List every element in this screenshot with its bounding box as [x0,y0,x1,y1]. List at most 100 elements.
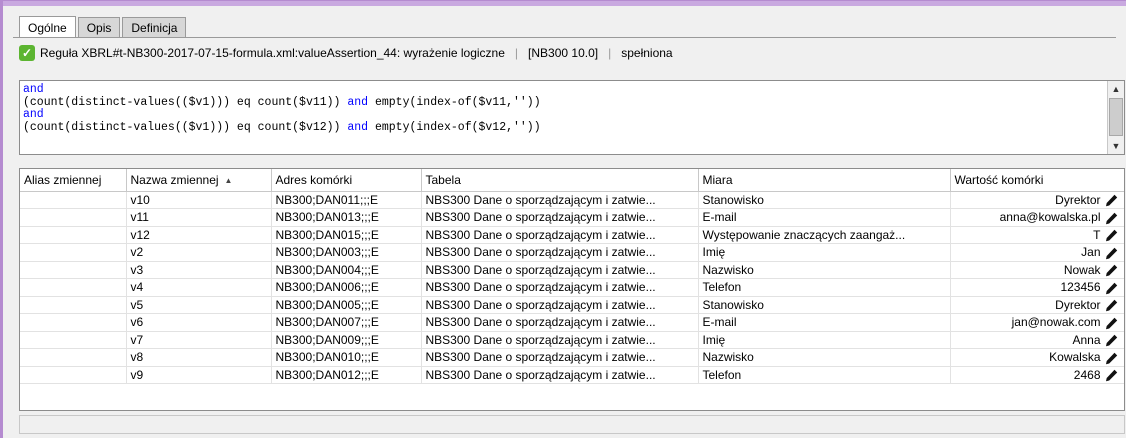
cell-value[interactable]: Dyrektor [950,191,1124,209]
pencil-icon[interactable] [1105,229,1118,242]
column-header-alias[interactable]: Alias zmiennej [20,169,127,192]
cell-alias[interactable] [20,191,127,209]
cell-alias[interactable] [20,208,127,227]
cell-table[interactable]: NBS300 Dane o sporządzającym i zatwie... [421,278,699,297]
column-header-table[interactable]: Tabela [421,169,699,192]
cell-name[interactable]: v3 [126,261,272,279]
cell-alias[interactable] [20,278,127,297]
cell-alias[interactable] [20,366,127,384]
cell-address[interactable]: NB300;DAN006;;;E [271,278,422,297]
cell-table[interactable]: NBS300 Dane o sporządzającym i zatwie... [421,313,699,332]
cell-value[interactable]: Dyrektor [950,296,1124,314]
cell-value[interactable]: 123456 [950,278,1124,297]
cell-table[interactable]: NBS300 Dane o sporządzającym i zatwie... [421,226,699,244]
column-header-measure[interactable]: Miara [698,169,951,192]
cell-value[interactable]: anna@kowalska.pl [950,208,1124,227]
cell-address[interactable]: NB300;DAN010;;;E [271,348,422,367]
cell-address[interactable]: NB300;DAN015;;;E [271,226,422,244]
pencil-icon[interactable] [1105,247,1118,260]
cell-name[interactable]: v10 [126,191,272,209]
scroll-thumb[interactable] [1109,98,1123,136]
column-header-address[interactable]: Adres komórki [271,169,422,192]
cell-address[interactable]: NB300;DAN012;;;E [271,366,422,384]
cell-value[interactable]: 2468 [950,366,1124,384]
pencil-icon[interactable] [1105,299,1118,312]
pencil-icon[interactable] [1105,282,1118,295]
cell-alias[interactable] [20,261,127,279]
cell-table[interactable]: NBS300 Dane o sporządzającym i zatwie... [421,243,699,262]
cell-address[interactable]: NB300;DAN009;;;E [271,331,422,349]
cell-table[interactable]: NBS300 Dane o sporządzającym i zatwie... [421,331,699,349]
pencil-icon[interactable] [1105,317,1118,330]
cell-table[interactable]: NBS300 Dane o sporządzającym i zatwie... [421,366,699,384]
cell-name[interactable]: v9 [126,366,272,384]
expression-editor[interactable]: and (count(distinct-values(($v1))) eq co… [19,80,1125,155]
table-row[interactable]: v2 NB300;DAN003;;;E NBS300 Dane o sporządz… [20,243,1124,262]
tab-ogolne[interactable]: Ogólne [19,16,76,38]
table-row[interactable]: v6 NB300;DAN007;;;E NBS300 Dane o sporządz… [20,313,1124,332]
pencil-icon[interactable] [1105,334,1118,347]
cell-measure[interactable]: Imię [698,243,951,262]
expression-scrollbar[interactable]: ▲ ▼ [1107,81,1124,154]
tab-definicja[interactable]: Definicja [122,17,187,37]
cell-alias[interactable] [20,348,127,367]
pencil-icon[interactable] [1105,369,1118,382]
column-header-name[interactable]: Nazwa zmiennej ▲ [126,169,272,192]
cell-name[interactable]: v4 [126,278,272,297]
table-row[interactable]: v10 NB300;DAN011;;;E NBS300 Dane o sporząd… [20,191,1124,209]
pencil-icon[interactable] [1105,194,1118,207]
scroll-down-icon[interactable]: ▼ [1108,138,1124,154]
cell-address[interactable]: NB300;DAN003;;;E [271,243,422,262]
table-row[interactable]: v12 NB300;DAN015;;;E NBS300 Dane o sporząd… [20,226,1124,244]
cell-address[interactable]: NB300;DAN005;;;E [271,296,422,314]
cell-alias[interactable] [20,243,127,262]
cell-address[interactable]: NB300;DAN011;;;E [271,191,422,209]
cell-value[interactable]: Anna [950,331,1124,349]
cell-measure[interactable]: E-mail [698,208,951,227]
table-row[interactable]: v11 NB300;DAN013;;;E NBS300 Dane o sporząd… [20,208,1124,227]
table-row[interactable]: v4 NB300;DAN006;;;E NBS300 Dane o sporządz… [20,278,1124,297]
pencil-icon[interactable] [1105,212,1118,225]
cell-name[interactable]: v12 [126,226,272,244]
table-row[interactable]: v5 NB300;DAN005;;;E NBS300 Dane o sporządz… [20,296,1124,314]
tab-opis[interactable]: Opis [77,17,121,37]
cell-table[interactable]: NBS300 Dane o sporządzającym i zatwie... [421,208,699,227]
cell-name[interactable]: v2 [126,243,272,262]
cell-name[interactable]: v5 [126,296,272,314]
pencil-icon[interactable] [1105,352,1118,365]
cell-value[interactable]: T [950,226,1124,244]
cell-measure[interactable]: Występowanie znaczących zaangaż... [698,226,951,244]
pencil-icon[interactable] [1105,264,1118,277]
column-header-value[interactable]: Wartość komórki [950,169,1124,192]
cell-name[interactable]: v6 [126,313,272,332]
cell-alias[interactable] [20,296,127,314]
cell-value[interactable]: Jan [950,243,1124,262]
cell-alias[interactable] [20,313,127,332]
cell-address[interactable]: NB300;DAN004;;;E [271,261,422,279]
cell-measure[interactable]: Telefon [698,366,951,384]
cell-name[interactable]: v8 [126,348,272,367]
table-row[interactable]: v8 NB300;DAN010;;;E NBS300 Dane o sporządz… [20,348,1124,367]
cell-measure[interactable]: E-mail [698,313,951,332]
cell-measure[interactable]: Nazwisko [698,261,951,279]
cell-measure[interactable]: Nazwisko [698,348,951,367]
cell-value[interactable]: Kowalska [950,348,1124,367]
table-row[interactable]: v3 NB300;DAN004;;;E NBS300 Dane o sporządz… [20,261,1124,279]
table-row[interactable]: v7 NB300;DAN009;;;E NBS300 Dane o sporządz… [20,331,1124,349]
cell-measure[interactable]: Stanowisko [698,296,951,314]
table-row[interactable]: v9 NB300;DAN012;;;E NBS300 Dane o sporządz… [20,366,1124,384]
cell-alias[interactable] [20,226,127,244]
cell-alias[interactable] [20,331,127,349]
cell-measure[interactable]: Imię [698,331,951,349]
cell-table[interactable]: NBS300 Dane o sporządzającym i zatwie... [421,261,699,279]
cell-address[interactable]: NB300;DAN013;;;E [271,208,422,227]
cell-address[interactable]: NB300;DAN007;;;E [271,313,422,332]
cell-name[interactable]: v11 [126,208,272,227]
scroll-up-icon[interactable]: ▲ [1108,81,1124,97]
cell-value[interactable]: Nowak [950,261,1124,279]
cell-measure[interactable]: Stanowisko [698,191,951,209]
cell-table[interactable]: NBS300 Dane o sporządzającym i zatwie... [421,191,699,209]
cell-table[interactable]: NBS300 Dane o sporządzającym i zatwie... [421,348,699,367]
cell-table[interactable]: NBS300 Dane o sporządzającym i zatwie... [421,296,699,314]
cell-value[interactable]: jan@nowak.com [950,313,1124,332]
